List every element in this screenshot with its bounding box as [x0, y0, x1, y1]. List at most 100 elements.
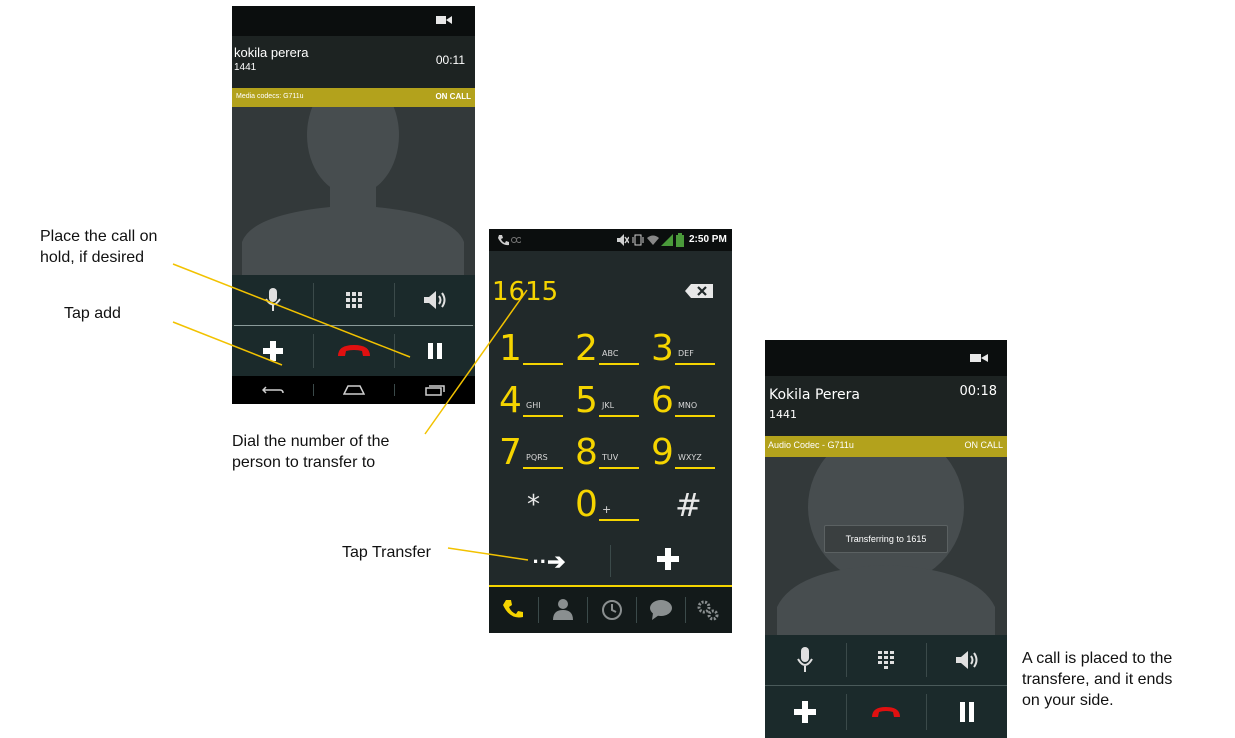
caller-header: kokila perera 1441 00:11 — [232, 36, 475, 88]
dial-key[interactable]: 5 JKL — [575, 377, 645, 425]
dial-key[interactable]: 7 PQRS — [499, 429, 569, 477]
dial-key-underline — [599, 519, 639, 521]
dial-key-digit: # — [675, 486, 702, 524]
contact-photo: Transferring to 1615 — [765, 457, 1007, 635]
keypad-icon — [345, 292, 362, 308]
dial-key-underline — [599, 467, 639, 469]
chat-bubble-icon — [650, 600, 672, 620]
plus-icon — [657, 548, 679, 570]
caller-number: 1441 — [234, 62, 257, 73]
transfer-button[interactable]: ··➔ — [499, 549, 599, 574]
dialed-number[interactable]: 1615 — [492, 277, 558, 307]
annotation-result-line1: A call is placed to the — [1022, 650, 1173, 667]
video-camera-icon — [436, 16, 452, 24]
add-button[interactable] — [657, 548, 679, 575]
dial-key[interactable]: 4 GHI — [499, 377, 569, 425]
speaker-icon — [955, 651, 978, 669]
add-call-button[interactable] — [232, 326, 313, 376]
tab-contacts[interactable] — [539, 587, 587, 633]
dial-key-digit: 8 — [575, 432, 598, 473]
dial-key-letters: GHI — [526, 401, 541, 410]
tab-dialer[interactable] — [489, 587, 537, 633]
nav-home-button[interactable] — [313, 376, 394, 404]
battery-status-icon — [676, 233, 684, 247]
dial-key-underline — [599, 415, 639, 417]
dial-key[interactable]: 9 WXYZ — [651, 429, 721, 477]
dial-key-digit: 5 — [575, 380, 598, 421]
speaker-button[interactable] — [926, 635, 1007, 685]
tab-settings[interactable] — [686, 587, 732, 633]
dial-key-letters: PQRS — [526, 453, 548, 462]
mute-button[interactable] — [232, 275, 313, 325]
plus-icon — [794, 701, 817, 723]
back-icon — [261, 386, 284, 394]
end-call-button[interactable] — [313, 326, 394, 376]
call-duration: 00:18 — [959, 384, 997, 399]
annotation-dial-line1: Dial the number of the — [232, 433, 390, 450]
call-status: ON CALL — [435, 92, 471, 101]
pause-icon — [427, 343, 442, 359]
nav-back-button[interactable] — [232, 376, 313, 404]
call-status: ON CALL — [964, 440, 1003, 450]
hold-button[interactable] — [394, 326, 475, 376]
end-call-button[interactable] — [845, 686, 927, 738]
dial-key-digit: 0 — [575, 484, 598, 525]
dial-key-digit: 6 — [651, 380, 674, 421]
phone-status-icon — [498, 235, 509, 246]
keypad-icon — [878, 651, 894, 669]
phone-icon — [503, 600, 523, 618]
hold-button[interactable] — [926, 686, 1007, 738]
dial-key-letters: TUV — [602, 453, 619, 462]
dial-key[interactable]: 2 ABC — [575, 325, 645, 373]
toast-text: Transferring to 1615 — [845, 534, 927, 544]
bottom-tabs — [489, 587, 732, 633]
backspace-icon[interactable] — [685, 284, 713, 298]
gears-icon — [697, 600, 719, 621]
wifi-status-icon — [647, 235, 659, 245]
dial-key-digit: 4 — [499, 380, 522, 421]
caller-header: Kokila Perera 1441 00:18 — [765, 376, 1007, 436]
dial-key-underline — [675, 363, 715, 365]
dial-key-letters: JKL — [602, 401, 615, 410]
contact-icon — [553, 599, 573, 620]
dial-key[interactable]: 8 TUV — [575, 429, 645, 477]
dial-key-underline — [675, 467, 715, 469]
microphone-icon — [797, 647, 814, 672]
end-call-icon — [337, 345, 370, 356]
dial-key-digit: * — [527, 490, 540, 520]
mute-button[interactable] — [765, 635, 846, 685]
keypad-button[interactable] — [313, 275, 394, 325]
tab-messages[interactable] — [637, 587, 685, 633]
dialer-actions: ··➔ — [489, 535, 732, 585]
add-call-button[interactable] — [765, 686, 846, 738]
speaker-icon — [423, 291, 445, 309]
codec-label: Media codecs: G711u — [236, 93, 304, 100]
dial-keypad: 1 2 ABC 3 DEF 4 GHI 5 JKL 6 MNO 7 PQRS 8 TUV 9 WXYZ * 0 + # — [489, 325, 732, 535]
recents-icon — [424, 385, 445, 396]
mute-status-icon — [617, 234, 629, 246]
plus-icon — [262, 341, 283, 361]
call-screen-3: Kokila Perera 1441 00:18 Audio Codec - G… — [765, 340, 1007, 738]
annotation-result-line2: transfere, and it ends — [1022, 671, 1173, 688]
voicemail-status-icon — [511, 237, 521, 243]
nav-recents-button[interactable] — [394, 376, 475, 404]
keypad-button[interactable] — [845, 635, 927, 685]
dial-key-digit: 2 — [575, 328, 598, 369]
speaker-button[interactable] — [394, 275, 475, 325]
dial-key[interactable]: 6 MNO — [651, 377, 721, 425]
dial-key-underline — [523, 363, 563, 365]
dial-key[interactable]: 0 + — [575, 481, 645, 529]
dial-key-letters: ABC — [602, 349, 619, 358]
dial-key[interactable]: * — [499, 481, 569, 529]
annotation-result: A call is placed to the transfere, and i… — [1022, 648, 1172, 711]
tab-history[interactable] — [588, 587, 636, 633]
dial-key-digit: 7 — [499, 432, 522, 473]
status-bar: 2:50 PM — [489, 229, 732, 251]
status-bar — [232, 6, 475, 36]
divider — [610, 545, 611, 577]
caller-name: Kokila Perera — [769, 387, 860, 403]
dial-key[interactable]: # — [651, 481, 721, 529]
dial-key[interactable]: 1 — [499, 325, 569, 373]
clock-icon — [602, 600, 622, 620]
dial-key[interactable]: 3 DEF — [651, 325, 721, 373]
